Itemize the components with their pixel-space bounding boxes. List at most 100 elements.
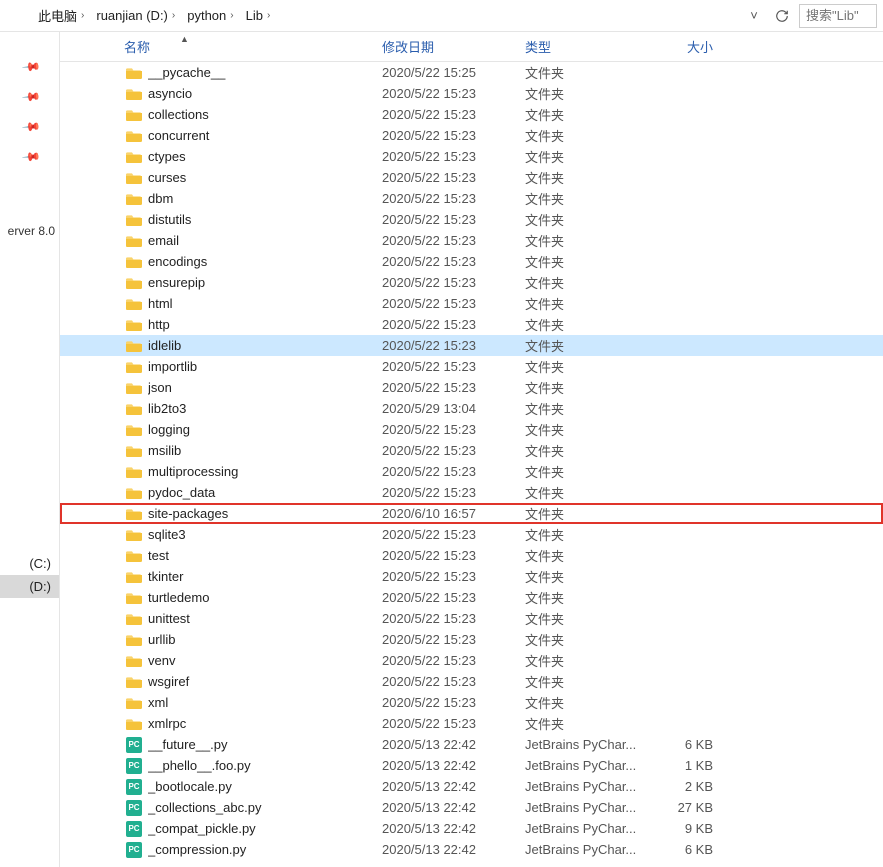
folder-icon xyxy=(124,444,144,458)
folder-row[interactable]: pydoc_data2020/5/22 15:23文件夹 xyxy=(60,482,883,503)
breadcrumb[interactable]: 此电脑›ruanjian (D:)›python›Lib› xyxy=(28,4,737,28)
file-date: 2020/5/13 22:42 xyxy=(382,800,525,815)
folder-row[interactable]: idlelib2020/5/22 15:23文件夹 xyxy=(60,335,883,356)
file-type: 文件夹 xyxy=(525,252,645,271)
python-file-icon: PC xyxy=(124,779,144,795)
file-row[interactable]: PC_compat_pickle.py2020/5/13 22:42JetBra… xyxy=(60,818,883,839)
folder-row[interactable]: concurrent2020/5/22 15:23文件夹 xyxy=(60,125,883,146)
folder-row[interactable]: distutils2020/5/22 15:23文件夹 xyxy=(60,209,883,230)
breadcrumb-segment[interactable]: Lib› xyxy=(240,5,277,27)
search-input[interactable] xyxy=(799,4,877,28)
file-date: 2020/5/22 15:23 xyxy=(382,149,525,164)
file-name: unittest xyxy=(148,611,382,626)
file-type: 文件夹 xyxy=(525,168,645,187)
column-header-size[interactable]: 大小 xyxy=(645,32,725,61)
pin-icon[interactable]: 📌 xyxy=(21,147,41,167)
column-header-name[interactable]: 名称 xyxy=(124,32,382,61)
folder-row[interactable]: xml2020/5/22 15:23文件夹 xyxy=(60,692,883,713)
folder-row[interactable]: wsgiref2020/5/22 15:23文件夹 xyxy=(60,671,883,692)
file-type: 文件夹 xyxy=(525,147,645,166)
folder-row[interactable]: email2020/5/22 15:23文件夹 xyxy=(60,230,883,251)
breadcrumb-dropdown-button[interactable]: ˅ xyxy=(743,5,765,27)
folder-row[interactable]: multiprocessing2020/5/22 15:23文件夹 xyxy=(60,461,883,482)
column-header-date[interactable]: 修改日期 xyxy=(382,32,525,61)
file-row[interactable]: PC __future__.py2020/5/13 22:42JetBrains … xyxy=(60,734,883,755)
file-date: 2020/5/13 22:42 xyxy=(382,737,525,752)
sidebar-drive-item[interactable]: (D:) xyxy=(0,575,59,598)
folder-icon xyxy=(124,318,144,332)
file-row[interactable]: PC__phello__.foo.py2020/5/13 22:42JetBra… xyxy=(60,755,883,776)
file-date: 2020/5/22 15:23 xyxy=(382,86,525,101)
folder-row[interactable]: asyncio2020/5/22 15:23文件夹 xyxy=(60,83,883,104)
chevron-right-icon: › xyxy=(267,10,270,21)
file-date: 2020/5/22 15:23 xyxy=(382,233,525,248)
folder-icon xyxy=(124,612,144,626)
folder-row[interactable]: urllib2020/5/22 15:23文件夹 xyxy=(60,629,883,650)
file-date: 2020/5/22 15:23 xyxy=(382,548,525,563)
file-type: 文件夹 xyxy=(525,210,645,229)
file-type: JetBrains PyChar... xyxy=(525,758,645,773)
folder-icon xyxy=(124,675,144,689)
file-type: JetBrains PyChar... xyxy=(525,800,645,815)
file-date: 2020/5/13 22:42 xyxy=(382,758,525,773)
file-row[interactable]: PC_collections_abc.py2020/5/13 22:42JetB… xyxy=(60,797,883,818)
file-name: _compat_pickle.py xyxy=(148,821,382,836)
folder-row[interactable]: ctypes2020/5/22 15:23文件夹 xyxy=(60,146,883,167)
file-row[interactable]: PC_compression.py2020/5/13 22:42JetBrain… xyxy=(60,839,883,860)
file-type: JetBrains PyChar... xyxy=(525,737,645,752)
folder-row[interactable]: msilib2020/5/22 15:23文件夹 xyxy=(60,440,883,461)
folder-row[interactable]: http2020/5/22 15:23文件夹 xyxy=(60,314,883,335)
file-name: sqlite3 xyxy=(148,527,382,542)
sidebar-drive-item[interactable]: (C:) xyxy=(0,552,59,575)
file-type: 文件夹 xyxy=(525,420,645,439)
file-name: wsgiref xyxy=(148,674,382,689)
breadcrumb-segment[interactable]: python› xyxy=(181,5,239,27)
folder-row[interactable]: venv2020/5/22 15:23文件夹 xyxy=(60,650,883,671)
folder-icon xyxy=(124,402,144,416)
file-row[interactable]: PC_bootlocale.py2020/5/13 22:42JetBrains… xyxy=(60,776,883,797)
file-type: 文件夹 xyxy=(525,504,645,523)
folder-row[interactable]: turtledemo2020/5/22 15:23文件夹 xyxy=(60,587,883,608)
folder-row[interactable]: xmlrpc2020/5/22 15:23文件夹 xyxy=(60,713,883,734)
file-name: test xyxy=(148,548,382,563)
pin-icon[interactable]: 📌 xyxy=(21,87,41,107)
folder-row[interactable]: curses2020/5/22 15:23文件夹 xyxy=(60,167,883,188)
folder-row[interactable]: test2020/5/22 15:23文件夹 xyxy=(60,545,883,566)
file-name: __future__.py xyxy=(148,737,382,752)
folder-row[interactable]: ensurepip2020/5/22 15:23文件夹 xyxy=(60,272,883,293)
file-name: idlelib xyxy=(148,338,382,353)
folder-row[interactable]: lib2to32020/5/29 13:04文件夹 xyxy=(60,398,883,419)
file-size: 6 KB xyxy=(645,842,725,857)
column-header-type[interactable]: 类型 xyxy=(525,32,645,61)
folder-row[interactable]: collections2020/5/22 15:23文件夹 xyxy=(60,104,883,125)
file-date: 2020/5/29 13:04 xyxy=(382,401,525,416)
breadcrumb-segment[interactable]: ruanjian (D:)› xyxy=(90,5,181,27)
folder-row[interactable]: sqlite32020/5/22 15:23文件夹 xyxy=(60,524,883,545)
folder-row[interactable]: unittest2020/5/22 15:23文件夹 xyxy=(60,608,883,629)
pin-icon[interactable]: 📌 xyxy=(21,117,41,137)
python-file-icon: PC xyxy=(124,737,144,753)
pin-icon[interactable]: 📌 xyxy=(21,57,41,77)
folder-row[interactable]: dbm2020/5/22 15:23文件夹 xyxy=(60,188,883,209)
folder-row[interactable]: json2020/5/22 15:23文件夹 xyxy=(60,377,883,398)
file-date: 2020/5/22 15:23 xyxy=(382,674,525,689)
file-name: dbm xyxy=(148,191,382,206)
folder-row[interactable]: importlib2020/5/22 15:23文件夹 xyxy=(60,356,883,377)
breadcrumb-segment[interactable]: 此电脑› xyxy=(32,5,90,27)
file-type: 文件夹 xyxy=(525,588,645,607)
refresh-button[interactable] xyxy=(771,5,793,27)
file-type: 文件夹 xyxy=(525,189,645,208)
file-name: importlib xyxy=(148,359,382,374)
folder-row[interactable]: logging2020/5/22 15:23文件夹 xyxy=(60,419,883,440)
sidebar-item-truncated[interactable]: erver 8.0 xyxy=(0,224,59,238)
file-date: 2020/5/22 15:23 xyxy=(382,380,525,395)
folder-row[interactable]: __pycache__2020/5/22 15:25文件夹 xyxy=(60,62,883,83)
folder-row[interactable]: tkinter2020/5/22 15:23文件夹 xyxy=(60,566,883,587)
folder-icon xyxy=(124,591,144,605)
folder-icon xyxy=(124,234,144,248)
folder-row[interactable]: site-packages2020/6/10 16:57文件夹 xyxy=(60,503,883,524)
file-type: 文件夹 xyxy=(525,651,645,670)
folder-row[interactable]: encodings2020/5/22 15:23文件夹 xyxy=(60,251,883,272)
file-type: 文件夹 xyxy=(525,105,645,124)
folder-row[interactable]: html2020/5/22 15:23文件夹 xyxy=(60,293,883,314)
